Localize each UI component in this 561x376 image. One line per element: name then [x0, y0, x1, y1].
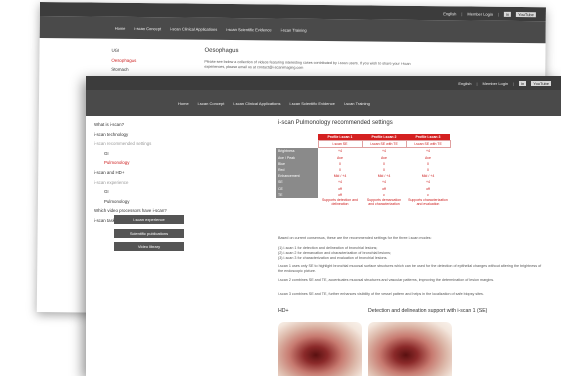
nav-evidence[interactable]: i-scan Scientific Evidence	[226, 26, 271, 31]
sidebar-item-settings-pulmonology[interactable]: Pulmonology	[94, 160, 167, 165]
sidebar-item-what-is[interactable]: What is i-scan?	[94, 122, 167, 127]
sidebar-item-settings-gi[interactable]: GI	[94, 151, 167, 156]
linkedin-icon[interactable]: in	[504, 11, 512, 17]
mode-list: (1) i-scan 1 for detection and delineati…	[278, 246, 543, 261]
video-library-button[interactable]: Video library	[114, 242, 184, 252]
main-nav: Home i-scan Concept i-scan Clinical Appl…	[39, 15, 546, 44]
nav-training[interactable]: i-scan Training	[281, 27, 307, 32]
publications-button[interactable]: Scientific publications	[114, 228, 184, 238]
nav-evidence[interactable]: i-scan Scientific Evidence	[290, 101, 335, 106]
front-sidebar: What is i-scan? i-scan technology i-scan…	[94, 122, 167, 228]
front-browser-window: English | Member Login | in YouTube Home…	[86, 76, 561, 376]
endoscopic-image-iscan1	[368, 322, 452, 376]
figure-title-hd: HD+	[278, 308, 289, 314]
member-login-link[interactable]: Member Login	[483, 81, 509, 86]
table-subheader: i-scan SE with TE	[405, 140, 451, 149]
table-cell: +4	[426, 149, 430, 154]
experience-button[interactable]: i-scan experience	[114, 215, 184, 224]
table-cell: +4	[338, 149, 342, 154]
linkedin-icon[interactable]: in	[519, 80, 527, 86]
row-label: Brightness	[276, 147, 318, 155]
table-header-profile-2: Profile i-scan 2	[362, 134, 406, 141]
table-header-profile-1: Profile i-scan 1	[318, 134, 362, 141]
paragraph-iscan3: i-scan 3 combines SE and TE, further enh…	[278, 292, 484, 296]
sidebar-item-oesophagus[interactable]: Oesophagus	[111, 57, 136, 62]
table-subheader: i-scan SE with TE	[361, 140, 407, 149]
nav-concept[interactable]: i-scan Concept	[134, 25, 161, 30]
settings-table: Profile i-scan 1 Profile i-scan 2 Profil…	[276, 134, 451, 210]
table-subheader: i-scan SE	[317, 140, 363, 149]
sidebar-buttons: i-scan experience Scientific publication…	[114, 215, 184, 256]
table-note: Supports detection and delineation	[322, 197, 358, 206]
sidebar-item-stomach[interactable]: Stomach	[111, 67, 136, 72]
intro-paragraph: Based on current consensus, these are th…	[278, 236, 432, 240]
endoscopic-image-hd	[278, 322, 362, 376]
table-note: Supports demarcation and characterizatio…	[366, 197, 402, 206]
paragraph-iscan2: i-scan 2 combines SE and TE, accentuates…	[278, 278, 495, 282]
page-title: i-scan Pulmonology recommended settings	[278, 120, 393, 126]
nav-clinical[interactable]: i-scan Clinical Applications	[233, 101, 280, 106]
nav-home[interactable]: Home	[115, 25, 126, 30]
table-cell: +4	[382, 149, 386, 154]
intro-text: Please see below a collection of videos …	[204, 59, 411, 70]
main-nav: Home i-scan Concept i-scan Clinical Appl…	[86, 90, 561, 116]
sidebar-item-hd[interactable]: i-scan and HD+	[94, 170, 167, 175]
sidebar-item-technology[interactable]: i-scan technology	[94, 132, 167, 137]
table-note: Supports characterization and evaluation	[408, 197, 448, 206]
nav-home[interactable]: Home	[178, 101, 189, 106]
sidebar-item-ugi[interactable]: UGI	[111, 48, 136, 53]
language-selector[interactable]: English	[443, 11, 456, 16]
table-header-profile-3: Profile i-scan 3	[406, 134, 450, 141]
list-item: (3) i-scan 3 for characterization and ev…	[278, 256, 388, 260]
sidebar-item-settings[interactable]: i-scan recommended settings	[94, 141, 167, 146]
figure-title-iscan1: Detection and delineation support with i…	[368, 308, 488, 314]
sidebar-item-experience[interactable]: i-scan experience	[94, 180, 167, 185]
sidebar-item-experience-pulmonology[interactable]: Pulmonology	[94, 199, 167, 204]
top-utility-bar: English | Member Login | in YouTube	[86, 76, 561, 90]
paragraph-iscan1: i-scan 1 uses only SE to highlight bronc…	[278, 264, 542, 273]
nav-clinical[interactable]: i-scan Clinical Applications	[170, 26, 217, 31]
nav-training[interactable]: i-scan Training	[344, 101, 370, 106]
language-selector[interactable]: English	[458, 81, 471, 86]
page-title: Oesophagus	[204, 47, 239, 55]
youtube-icon[interactable]: YouTube	[516, 11, 536, 17]
sidebar-item-processors[interactable]: Which video processors have i-scan?	[94, 208, 167, 213]
member-login-link[interactable]: Member Login	[467, 11, 493, 16]
table-row: Brightness +4 +4 +4	[276, 147, 450, 155]
nav-concept[interactable]: i-scan Concept	[198, 101, 225, 106]
youtube-icon[interactable]: YouTube	[531, 80, 551, 86]
sidebar-item-experience-gi[interactable]: GI	[94, 189, 167, 194]
